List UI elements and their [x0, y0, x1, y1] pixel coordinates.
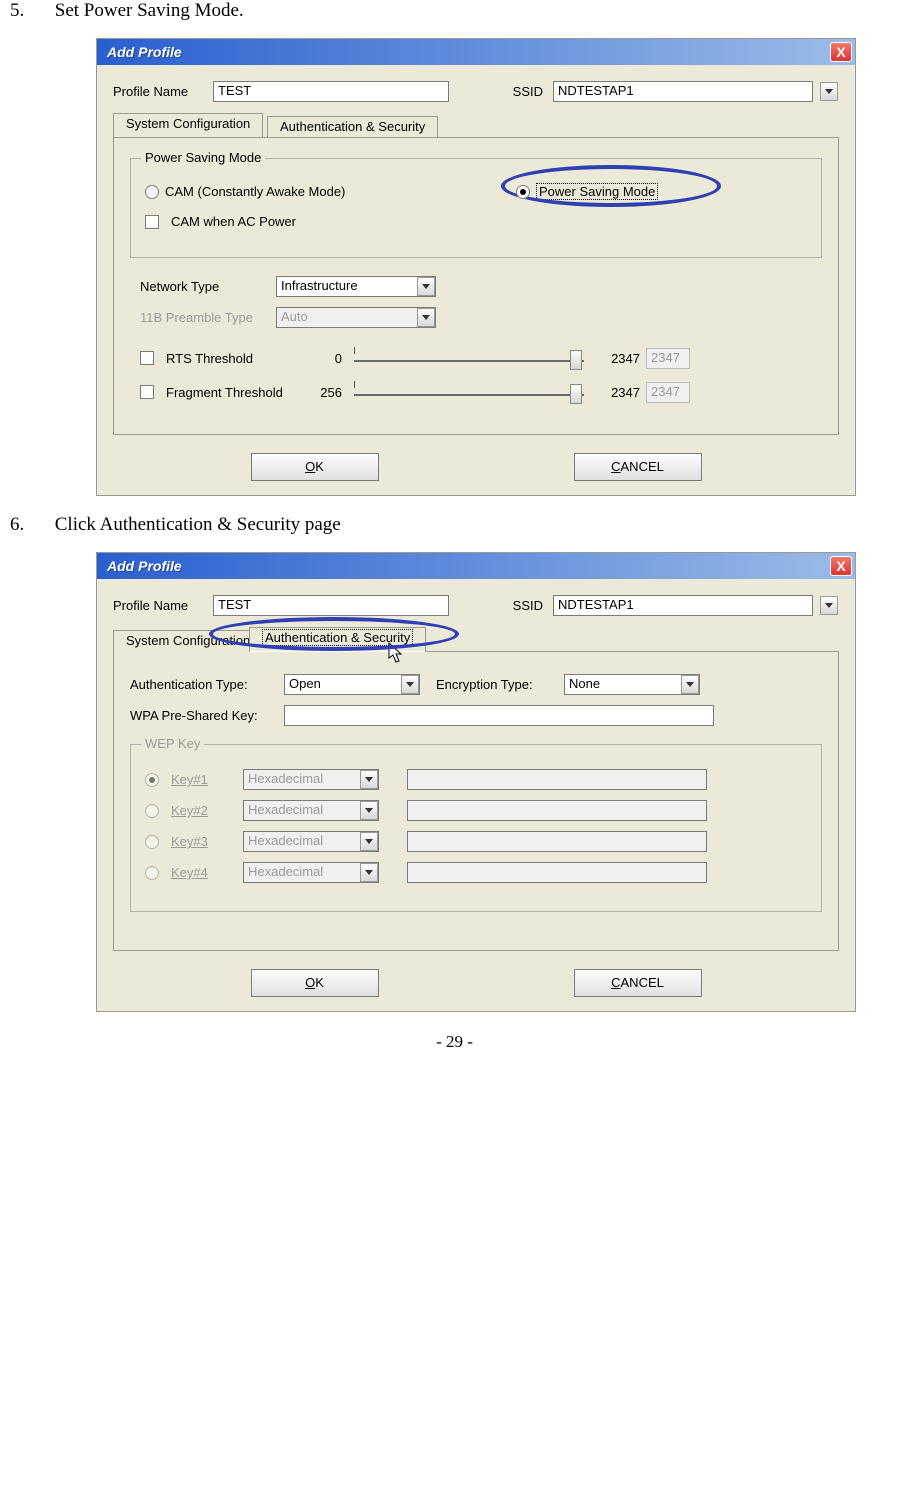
- wep-key-group: WEP Key Key#1 Hexadecimal Key#2 Hexadeci…: [130, 744, 822, 912]
- key2-label: Key#2: [171, 803, 237, 818]
- key1-format-select: Hexadecimal: [243, 769, 379, 790]
- ssid-dropdown-button[interactable]: [820, 82, 838, 101]
- radio-key2: [145, 804, 159, 818]
- title-bar: Add Profile X: [97, 553, 855, 579]
- radio-key3: [145, 835, 159, 849]
- profile-name-label: Profile Name: [113, 598, 203, 613]
- tab-system-configuration[interactable]: System Configuration: [113, 630, 263, 652]
- key4-label: Key#4: [171, 865, 237, 880]
- step5-number: 5.: [10, 0, 50, 22]
- add-profile-dialog-1: Add Profile X Profile Name TEST SSID NDT…: [96, 38, 856, 496]
- profile-name-input[interactable]: TEST: [213, 595, 449, 616]
- profile-name-label: Profile Name: [113, 84, 203, 99]
- title-bar: Add Profile X: [97, 39, 855, 65]
- wep-group-legend: WEP Key: [141, 736, 204, 751]
- checkbox-fragment-threshold[interactable]: [140, 385, 154, 399]
- key3-label: Key#3: [171, 834, 237, 849]
- wpa-psk-label: WPA Pre-Shared Key:: [130, 708, 276, 723]
- add-profile-dialog-2: Add Profile X Profile Name TEST SSID NDT…: [96, 552, 856, 1012]
- page-number: - 29 -: [10, 1032, 899, 1052]
- step6-number: 6.: [10, 514, 50, 536]
- system-configuration-panel: Power Saving Mode CAM (Constantly Awake …: [113, 137, 839, 435]
- key4-value-input: [407, 862, 707, 883]
- frag-value-box: 2347: [646, 382, 690, 403]
- window-title: Add Profile: [107, 44, 182, 60]
- step5-text: Set Power Saving Mode.: [55, 0, 244, 21]
- authentication-security-panel: Authentication Type: Open Encryption Typ…: [113, 651, 839, 951]
- key3-format-dropdown-button: [360, 832, 378, 851]
- radio-cam[interactable]: [145, 185, 159, 199]
- fragment-threshold-label: Fragment Threshold: [166, 385, 292, 400]
- encryption-type-select[interactable]: None: [564, 674, 700, 695]
- window-title: Add Profile: [107, 558, 182, 574]
- profile-name-input[interactable]: TEST: [213, 81, 449, 102]
- tab-system-configuration[interactable]: System Configuration: [113, 113, 263, 138]
- ssid-input[interactable]: NDTESTAP1: [553, 81, 813, 102]
- radio-power-saving-mode[interactable]: [516, 185, 530, 199]
- ssid-dropdown-button[interactable]: [820, 596, 838, 615]
- rts-threshold-slider[interactable]: [354, 346, 584, 370]
- ssid-label: SSID: [499, 84, 543, 99]
- key2-format-select: Hexadecimal: [243, 800, 379, 821]
- rts-value-box: 2347: [646, 348, 690, 369]
- tab-authsec-label: Authentication & Security: [262, 629, 413, 646]
- key4-format-dropdown-button: [360, 863, 378, 882]
- network-type-select[interactable]: Infrastructure: [276, 276, 436, 297]
- cam-ac-power-label: CAM when AC Power: [171, 214, 296, 229]
- close-button[interactable]: X: [830, 42, 852, 62]
- checkbox-rts-threshold[interactable]: [140, 351, 154, 365]
- tab-authentication-security[interactable]: Authentication & Security: [267, 116, 438, 138]
- encryption-type-label: Encryption Type:: [436, 677, 556, 692]
- radio-key1: [145, 773, 159, 787]
- key1-format-dropdown-button: [360, 770, 378, 789]
- tab-authentication-security[interactable]: Authentication & Security: [249, 627, 426, 652]
- rts-min-label: 0: [298, 351, 342, 366]
- enc-type-dropdown-button[interactable]: [681, 675, 699, 694]
- network-type-label: Network Type: [140, 279, 270, 294]
- key2-format-dropdown-button: [360, 801, 378, 820]
- power-saving-mode-group: Power Saving Mode CAM (Constantly Awake …: [130, 158, 822, 258]
- ok-button[interactable]: OK: [251, 969, 379, 997]
- preamble-dropdown-button: [417, 308, 435, 327]
- frag-value-label: 2347: [596, 385, 640, 400]
- authentication-type-label: Authentication Type:: [130, 677, 276, 692]
- preamble-type-select: Auto: [276, 307, 436, 328]
- key2-value-input: [407, 800, 707, 821]
- preamble-type-label: 11B Preamble Type: [140, 310, 270, 325]
- key1-label: Key#1: [171, 772, 237, 787]
- radio-cam-label: CAM (Constantly Awake Mode): [165, 184, 345, 199]
- ok-button[interactable]: OK: [251, 453, 379, 481]
- key3-format-select: Hexadecimal: [243, 831, 379, 852]
- frag-min-label: 256: [298, 385, 342, 400]
- radio-key4: [145, 866, 159, 880]
- checkbox-cam-ac-power[interactable]: [145, 215, 159, 229]
- wpa-psk-input[interactable]: [284, 705, 714, 726]
- key4-format-select: Hexadecimal: [243, 862, 379, 883]
- ssid-label: SSID: [499, 598, 543, 613]
- network-type-dropdown-button[interactable]: [417, 277, 435, 296]
- close-button[interactable]: X: [830, 556, 852, 576]
- psm-group-legend: Power Saving Mode: [141, 150, 265, 165]
- cancel-button[interactable]: CANCEL: [574, 453, 702, 481]
- ssid-input[interactable]: NDTESTAP1: [553, 595, 813, 616]
- rts-threshold-label: RTS Threshold: [166, 351, 292, 366]
- step6-text: Click Authentication & Security page: [55, 514, 341, 535]
- key1-value-input: [407, 769, 707, 790]
- radio-psm-label: Power Saving Mode: [536, 183, 658, 200]
- fragment-threshold-slider[interactable]: [354, 380, 584, 404]
- auth-type-dropdown-button[interactable]: [401, 675, 419, 694]
- rts-value-label: 2347: [596, 351, 640, 366]
- key3-value-input: [407, 831, 707, 852]
- cancel-button[interactable]: CANCEL: [574, 969, 702, 997]
- authentication-type-select[interactable]: Open: [284, 674, 420, 695]
